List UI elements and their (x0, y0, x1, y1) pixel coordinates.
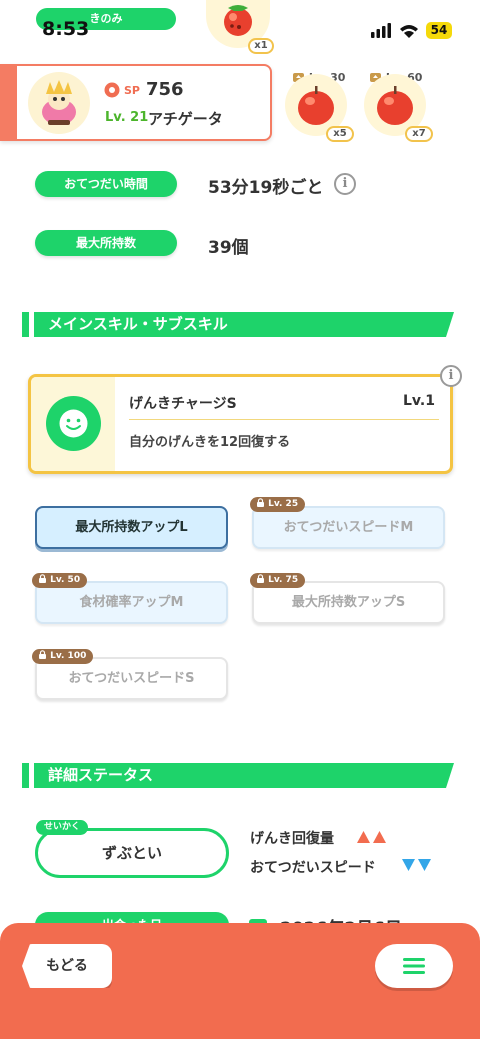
lock-icon (257, 574, 264, 583)
berry-count-badge: x1 (248, 38, 274, 54)
nature-pill[interactable]: ずぶとい (35, 828, 229, 878)
lock-level: Lv. 75 (268, 575, 299, 585)
help-time-value: 53分19秒ごと (208, 178, 324, 198)
max-carry-label: 最大所持数 (35, 230, 177, 256)
sub-skill-2[interactable]: おてつだいスピードM (252, 506, 445, 549)
main-skill-description: 自分のげんきを12回復する (129, 435, 291, 450)
smile-icon (46, 396, 101, 451)
lock-level: Lv. 50 (50, 575, 81, 585)
sp-icon (104, 82, 120, 98)
signal-icon (371, 23, 418, 38)
sp-label: SP (124, 84, 140, 97)
pokemon-card[interactable]: SP 756 Lv. 21 アチゲータ (0, 64, 272, 141)
pokemon-name: アチゲータ (148, 110, 223, 128)
nature-up-label: げんき回復量 (250, 831, 334, 847)
section-marker (22, 763, 29, 788)
lock-icon (39, 650, 46, 659)
sp-value: 756 (146, 79, 184, 100)
section-header-skills: メインスキル・サブスキル (34, 312, 454, 337)
section-header-details: 詳細ステータス (34, 763, 454, 788)
back-button[interactable]: もどる (22, 944, 112, 988)
main-skill-card[interactable]: げんきチャージS Lv.1 自分のげんきを12回復する (28, 374, 453, 474)
help-time-label: おてつだい時間 (35, 171, 177, 197)
sub-skill-lock-badge: Lv. 75 (250, 573, 306, 588)
main-skill-name: げんきチャージS (129, 396, 237, 412)
lock-icon (39, 574, 46, 583)
skill-icon-area (31, 377, 115, 471)
sub-skill-lock-badge: Lv. 100 (32, 649, 94, 664)
sub-skill-lock-badge: Lv. 25 (250, 497, 306, 512)
up-arrows-icon (357, 831, 386, 843)
menu-button[interactable] (375, 944, 453, 988)
pokemon-level: Lv. 21 (105, 110, 149, 125)
lock-level: Lv. 100 (50, 651, 87, 661)
nature-down-label: おてつだいスピード (250, 860, 376, 876)
ingredient-count: x5 (326, 126, 354, 142)
battery-indicator: 54 (426, 22, 452, 39)
sub-skill-1[interactable]: 最大所持数アップL (35, 506, 228, 549)
hamburger-icon (403, 958, 425, 974)
sub-skill-lock-badge: Lv. 50 (32, 573, 88, 588)
main-skill-level: Lv.1 (403, 393, 435, 409)
pokemon-sprite-icon (42, 80, 76, 125)
lock-level: Lv. 25 (268, 499, 299, 509)
section-marker (22, 312, 29, 337)
ingredient-count: x7 (405, 126, 433, 142)
info-icon[interactable]: i (334, 173, 356, 195)
max-carry-value: 39個 (208, 238, 249, 258)
divider (129, 419, 439, 420)
card-accent-stripe (2, 66, 17, 139)
status-time: 8:53 (42, 18, 90, 40)
nature-tag: せいかく (36, 820, 89, 835)
down-arrows-icon (402, 859, 431, 871)
info-icon[interactable]: i (440, 365, 462, 387)
pokemon-portrait (28, 72, 90, 134)
lock-icon (257, 498, 264, 507)
